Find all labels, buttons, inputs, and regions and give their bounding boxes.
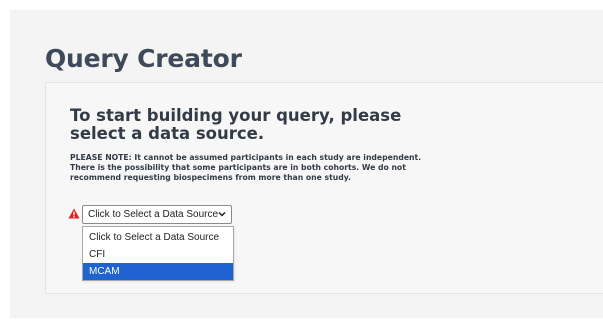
data-source-dropdown-list: Click to Select a Data Source CFI MCAM	[82, 226, 234, 281]
option-click-to-select[interactable]: Click to Select a Data Source	[83, 229, 233, 246]
card-heading: To start building your query, please sel…	[70, 106, 402, 143]
data-source-select-value: Click to Select a Data Source	[88, 209, 219, 220]
chevron-down-icon	[218, 211, 226, 217]
warning-icon	[68, 208, 80, 219]
option-mcam[interactable]: MCAM	[83, 263, 233, 280]
data-source-select[interactable]: Click to Select a Data Source	[82, 205, 232, 224]
page-title: Query Creator	[45, 44, 242, 73]
disclaimer-note: PLEASE NOTE: It cannot be assumed partic…	[70, 153, 422, 182]
option-cfi[interactable]: CFI	[83, 246, 233, 263]
